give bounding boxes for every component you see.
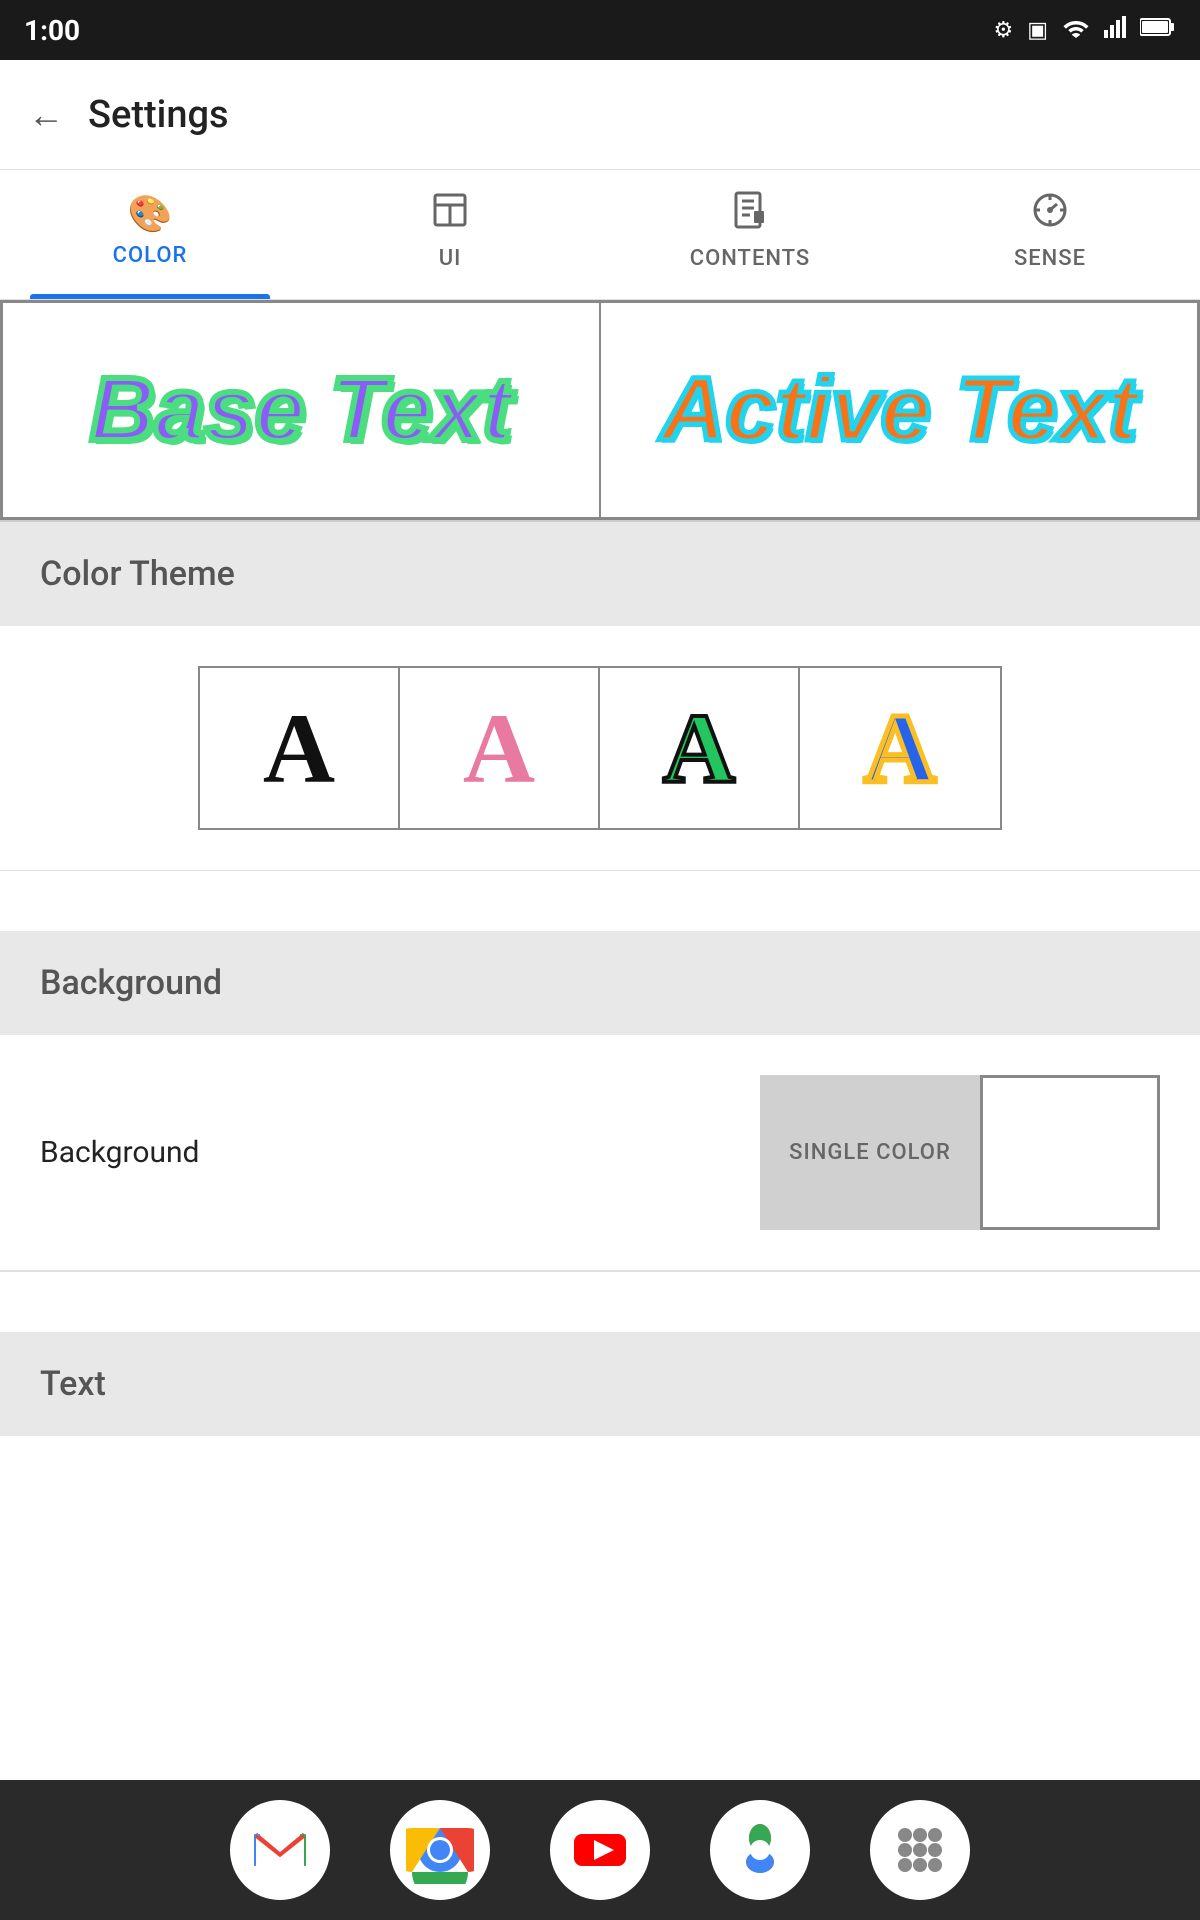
theme-a-green: A <box>663 691 735 806</box>
color-tab-icon: 🎨 <box>128 193 173 235</box>
background-label: Background <box>40 1135 740 1170</box>
color-theme-row: A A A A <box>0 626 1200 871</box>
theme-a-pink: A <box>463 691 535 806</box>
theme-option-green[interactable]: A <box>600 668 800 828</box>
signal-icon <box>1104 16 1126 44</box>
tab-ui[interactable]: UI <box>300 170 600 299</box>
preview-section: Base Text Active Text <box>0 300 1200 522</box>
text-section-header: Text <box>0 1332 1200 1436</box>
bottom-nav <box>0 1780 1200 1920</box>
color-theme-title: Color Theme <box>40 554 235 594</box>
divider <box>0 1271 1200 1272</box>
ui-tab-icon <box>431 191 469 238</box>
status-time: 1:00 <box>24 14 80 47</box>
status-bar: 1:00 ⚙ ▣ <box>0 0 1200 60</box>
background-row: Background SINGLE COLOR <box>0 1035 1200 1271</box>
theme-option-pink[interactable]: A <box>400 668 600 828</box>
tab-bar: 🎨 COLOR UI CONTENTS SENSE <box>0 170 1200 300</box>
color-tab-label: COLOR <box>113 243 188 268</box>
ui-tab-label: UI <box>439 246 462 271</box>
theme-a-black: A <box>263 691 335 806</box>
tab-sense[interactable]: SENSE <box>900 170 1200 299</box>
sim-icon: ▣ <box>1027 18 1048 43</box>
background-options: SINGLE COLOR <box>760 1075 1160 1230</box>
single-color-option[interactable]: SINGLE COLOR <box>760 1075 980 1230</box>
gmail-nav-icon[interactable] <box>230 1800 330 1900</box>
page-title: Settings <box>88 93 229 137</box>
background-section-header: Background <box>0 931 1200 1035</box>
back-button[interactable]: ← <box>28 94 64 136</box>
chrome-nav-icon[interactable] <box>390 1800 490 1900</box>
gear-icon: ⚙ <box>993 18 1013 43</box>
tab-color[interactable]: 🎨 COLOR <box>0 170 300 299</box>
contents-tab-icon <box>732 191 768 238</box>
wifi-icon <box>1062 16 1090 44</box>
theme-a-blue-yellow: A <box>864 691 936 806</box>
single-color-label: SINGLE COLOR <box>789 1140 951 1165</box>
color-theme-section-header: Color Theme <box>0 522 1200 626</box>
tab-contents[interactable]: CONTENTS <box>600 170 900 299</box>
contents-tab-label: CONTENTS <box>690 246 811 271</box>
battery-icon <box>1140 17 1176 43</box>
sense-tab-label: SENSE <box>1014 246 1086 271</box>
background-title: Background <box>40 963 222 1003</box>
theme-option-blue-yellow[interactable]: A <box>800 668 1000 828</box>
base-text-preview: Base Text <box>90 359 512 462</box>
white-color-option[interactable] <box>980 1075 1160 1230</box>
apps-nav-icon[interactable] <box>870 1800 970 1900</box>
active-text-preview-box[interactable]: Active Text <box>600 300 1200 520</box>
status-icons: ⚙ ▣ <box>993 16 1176 44</box>
active-text-preview: Active Text <box>661 359 1138 462</box>
photos-nav-icon[interactable] <box>710 1800 810 1900</box>
youtube-nav-icon[interactable] <box>550 1800 650 1900</box>
top-bar: ← Settings <box>0 60 1200 170</box>
text-section-title: Text <box>40 1364 106 1404</box>
base-text-preview-box[interactable]: Base Text <box>0 300 600 520</box>
theme-option-black[interactable]: A <box>200 668 400 828</box>
sense-tab-icon <box>1031 191 1069 238</box>
theme-options: A A A A <box>198 666 1002 830</box>
spacer <box>0 1436 1200 1596</box>
